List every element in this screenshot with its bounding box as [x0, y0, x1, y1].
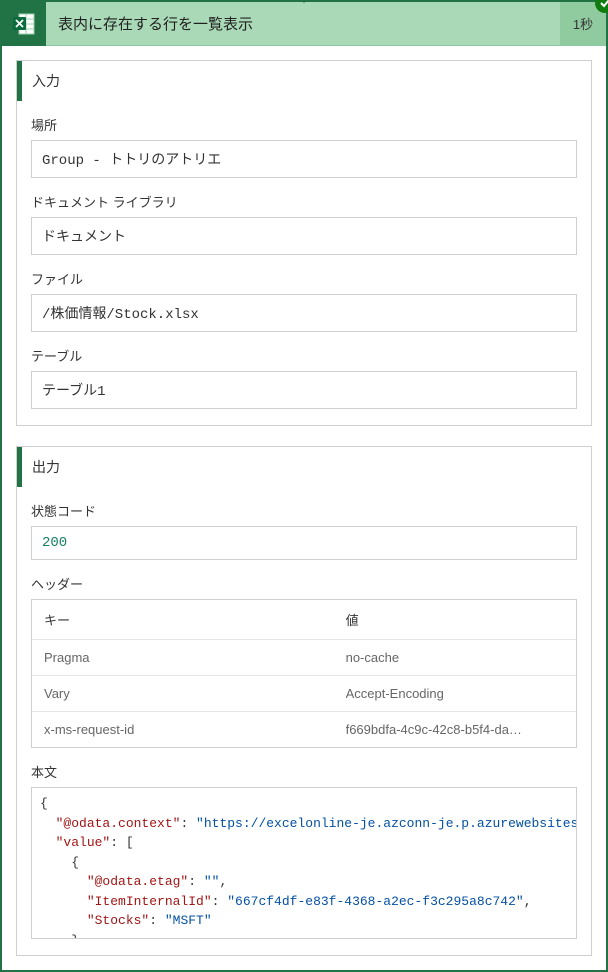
action-header[interactable]: 表内に存在する行を一覧表示 1秒 [2, 2, 606, 46]
field-label-headers: ヘッダー [31, 574, 577, 593]
check-icon [599, 0, 608, 9]
field-label-body: 本文 [31, 762, 577, 781]
field-label-table: テーブル [31, 346, 577, 365]
inputs-section-title: 入力 [17, 61, 591, 101]
headers-key-header: キー [44, 610, 346, 629]
outputs-section: 出力 状態コード 200 ヘッダー キー 値 Pragma no-cache [16, 446, 592, 956]
body-json[interactable]: { "@odata.context": "https://excelonline… [31, 787, 577, 939]
header-key: x-ms-request-id [44, 722, 346, 737]
field-value-document-library[interactable]: ドキュメント [31, 217, 577, 255]
table-row: Pragma no-cache [32, 639, 576, 675]
field-location: 場所 Group - トトリのアトリエ [31, 115, 577, 178]
field-headers: ヘッダー キー 値 Pragma no-cache Vary [31, 574, 577, 748]
header-key: Vary [44, 686, 346, 701]
field-label-file: ファイル [31, 269, 577, 288]
inputs-section: 入力 場所 Group - トトリのアトリエ ドキュメント ライブラリ ドキュメ… [16, 60, 592, 426]
field-body: 本文 { "@odata.context": "https://excelonl… [31, 762, 577, 939]
field-value-status-code[interactable]: 200 [31, 526, 577, 560]
header-value: f669bdfa-4c9c-42c8-b5f4-da… [346, 722, 564, 737]
field-file: ファイル /株価情報/Stock.xlsx [31, 269, 577, 332]
excel-icon [2, 2, 46, 46]
field-label-location: 場所 [31, 115, 577, 134]
field-value-table[interactable]: テーブル1 [31, 371, 577, 409]
collapse-chevron-icon[interactable] [297, 0, 311, 3]
field-document-library: ドキュメント ライブラリ ドキュメント [31, 192, 577, 255]
action-card: 表内に存在する行を一覧表示 1秒 入力 場所 Group - トトリのアトリエ … [0, 0, 608, 972]
field-value-location[interactable]: Group - トトリのアトリエ [31, 140, 577, 178]
headers-table-scroll[interactable]: キー 値 Pragma no-cache Vary Accept-Encodin… [32, 600, 576, 747]
header-key: Pragma [44, 650, 346, 665]
field-status-code: 状態コード 200 [31, 501, 577, 560]
outputs-section-title: 出力 [17, 447, 591, 487]
field-table: テーブル テーブル1 [31, 346, 577, 409]
action-title: 表内に存在する行を一覧表示 [46, 2, 560, 45]
headers-table: キー 値 Pragma no-cache Vary Accept-Encodin… [31, 599, 577, 748]
table-row: Vary Accept-Encoding [32, 675, 576, 711]
header-value: no-cache [346, 650, 564, 665]
field-label-status-code: 状態コード [31, 501, 577, 520]
header-value: Accept-Encoding [346, 686, 564, 701]
field-value-file[interactable]: /株価情報/Stock.xlsx [31, 294, 577, 332]
field-label-document-library: ドキュメント ライブラリ [31, 192, 577, 211]
headers-value-header: 値 [346, 610, 564, 629]
card-body: 入力 場所 Group - トトリのアトリエ ドキュメント ライブラリ ドキュメ… [2, 46, 606, 970]
headers-table-head: キー 値 [32, 600, 576, 639]
table-row: x-ms-request-id f669bdfa-4c9c-42c8-b5f4-… [32, 711, 576, 747]
